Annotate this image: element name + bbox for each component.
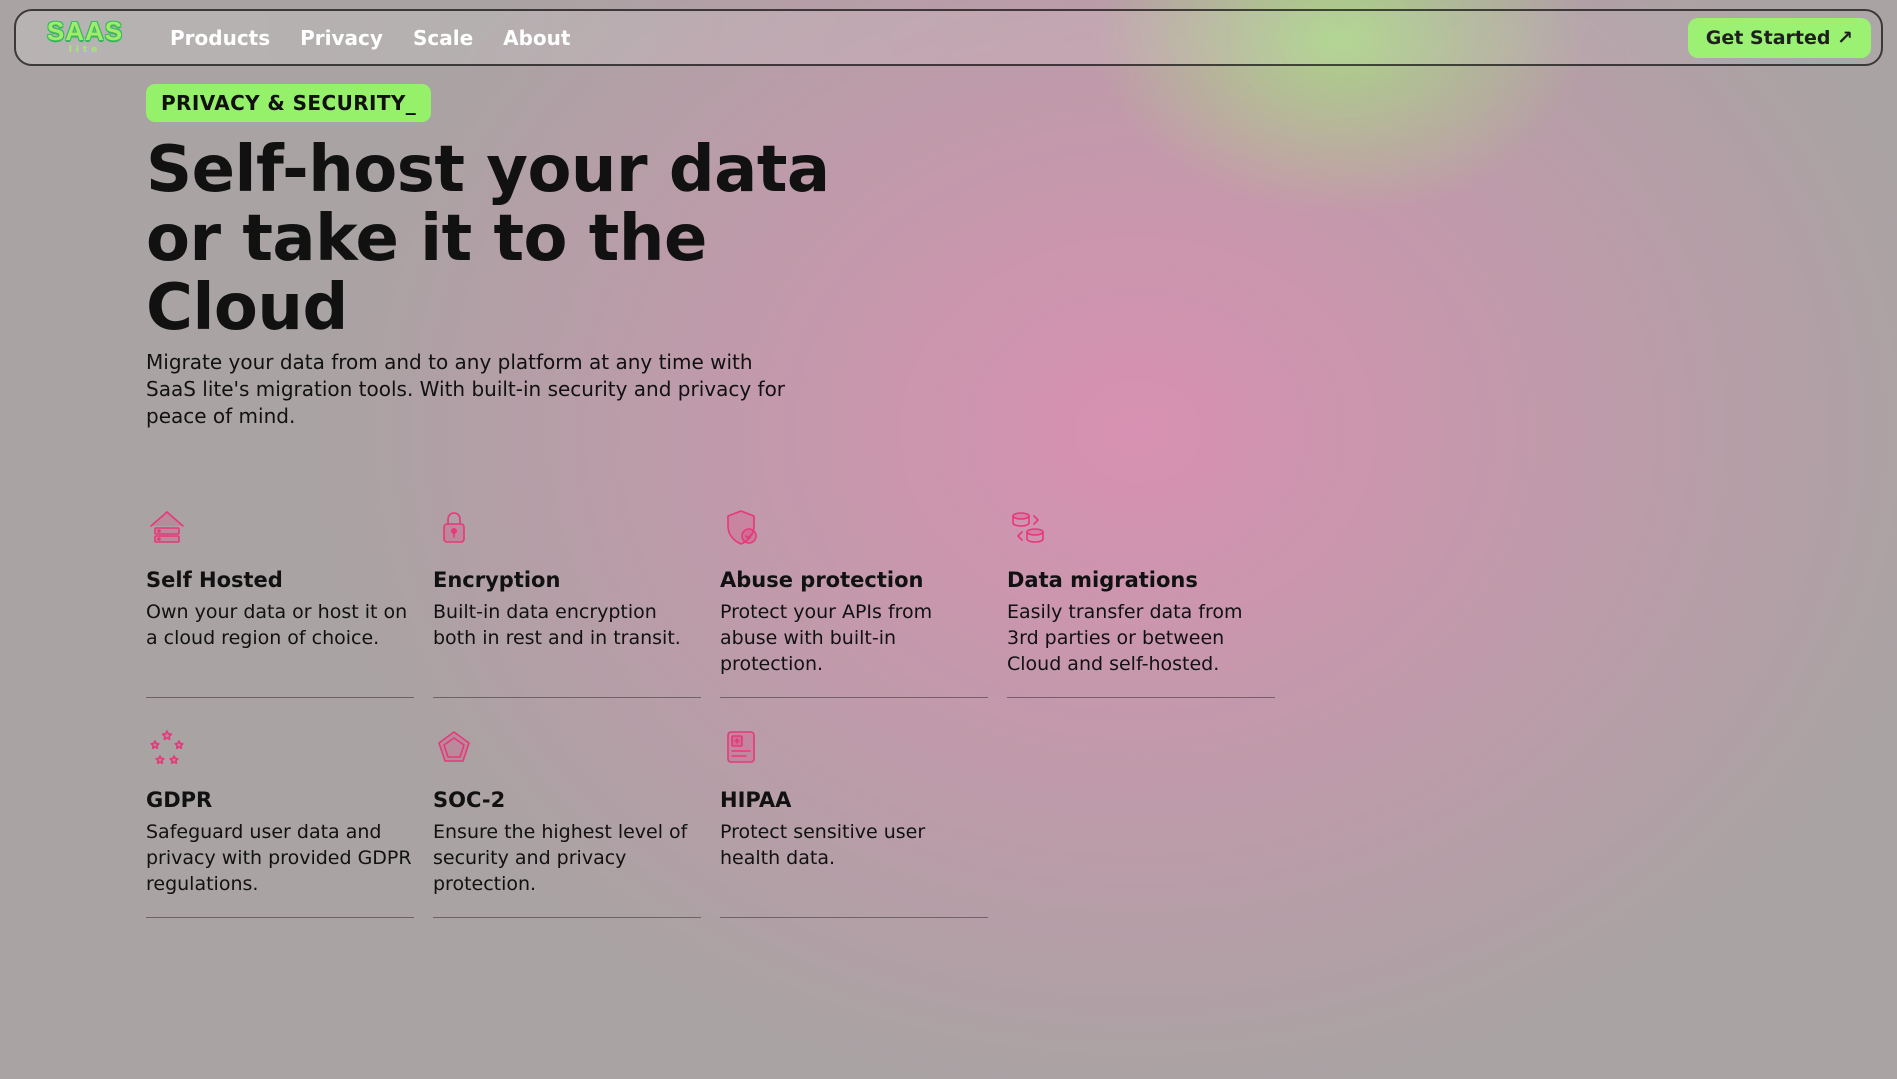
lock-icon [433,506,475,548]
page-subhead: Migrate your data from and to any platfo… [146,349,806,430]
feature-desc: Safeguard user data and privacy with pro… [146,820,414,897]
stars-circle-icon [146,726,188,768]
feature-soc2: SOC-2 Ensure the highest level of securi… [433,726,701,918]
features-grid: Self Hosted Own your data or host it on … [146,506,1276,918]
logo[interactable]: SAAS lite [30,17,140,59]
feature-desc: Own your data or host it on a cloud regi… [146,600,414,651]
nav-links: Products Privacy Scale About [170,26,570,50]
db-sync-icon [1007,506,1049,548]
feature-self-hosted: Self Hosted Own your data or host it on … [146,506,414,698]
medical-doc-icon [720,726,762,768]
feature-title: Self Hosted [146,568,414,592]
feature-data-migrations: Data migrations Easily transfer data fro… [1007,506,1275,698]
feature-title: Data migrations [1007,568,1275,592]
logo-text: SAAS [47,20,123,43]
navbar: SAAS lite Products Privacy Scale About G… [14,9,1883,66]
feature-title: SOC-2 [433,788,701,812]
feature-desc: Easily transfer data from 3rd parties or… [1007,600,1275,677]
logo-subtext: lite [69,45,102,55]
get-started-label: Get Started ↗ [1706,27,1853,49]
feature-desc: Protect your APIs from abuse with built-… [720,600,988,677]
feature-title: HIPAA [720,788,988,812]
nav-link-scale[interactable]: Scale [413,26,473,50]
feature-desc: Built-in data encryption both in rest an… [433,600,701,651]
feature-hipaa: HIPAA Protect sensitive user health data… [720,726,988,918]
section-badge: PRIVACY & SECURITY_ [146,84,431,122]
main-content: PRIVACY & SECURITY_ Self-host your data … [146,84,1276,918]
feature-title: Encryption [433,568,701,592]
feature-title: Abuse protection [720,568,988,592]
nav-link-about[interactable]: About [503,26,570,50]
page-title: Self-host your data or take it to the Cl… [146,136,886,343]
pentagon-icon [433,726,475,768]
feature-desc: Ensure the highest level of security and… [433,820,701,897]
feature-abuse-protection: Abuse protection Protect your APIs from … [720,506,988,698]
get-started-button[interactable]: Get Started ↗ [1688,18,1871,58]
feature-encryption: Encryption Built-in data encryption both… [433,506,701,698]
feature-gdpr: GDPR Safeguard user data and privacy wit… [146,726,414,918]
feature-title: GDPR [146,788,414,812]
nav-link-products[interactable]: Products [170,26,270,50]
home-server-icon [146,506,188,548]
nav-link-privacy[interactable]: Privacy [300,26,383,50]
shield-check-icon [720,506,762,548]
feature-desc: Protect sensitive user health data. [720,820,988,871]
